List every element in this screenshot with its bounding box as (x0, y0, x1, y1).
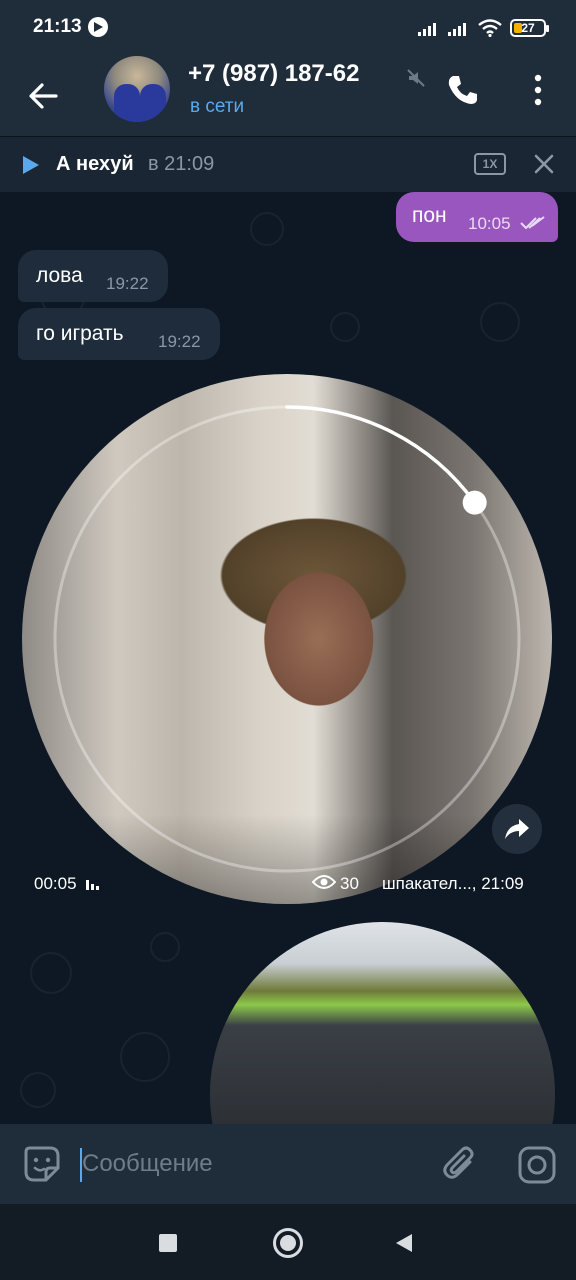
message-time: 19:22 (106, 274, 149, 293)
audio-level-icon (86, 880, 99, 890)
audio-time: в 21:09 (148, 153, 215, 175)
online-status: в сети (190, 96, 245, 117)
signal-icon (418, 23, 436, 36)
playback-speed-button[interactable]: 1X (474, 153, 506, 175)
message-time: 19:22 (158, 332, 201, 351)
signal-icon (448, 23, 466, 36)
close-icon[interactable] (532, 152, 556, 176)
status-time: 21:13 (33, 16, 82, 37)
message-incoming[interactable]: лова 19:22 (18, 250, 168, 302)
muted-icon (407, 69, 425, 87)
share-button[interactable] (492, 804, 542, 854)
nav-back-icon[interactable] (394, 1232, 414, 1254)
more-menu-button[interactable] (516, 68, 560, 112)
attach-button[interactable] (440, 1144, 482, 1186)
chat-title[interactable]: +7 (987) 187-62 (188, 60, 398, 88)
message-incoming[interactable]: го играть 19:22 (18, 308, 220, 360)
eye-icon (312, 875, 336, 889)
back-arrow-icon (29, 83, 58, 109)
battery-icon: 27 (510, 19, 549, 37)
play-circle-icon (88, 17, 108, 37)
view-count: 30 (340, 874, 359, 893)
emoji-button[interactable] (22, 1144, 62, 1184)
message-text: го играть (36, 322, 124, 345)
video-progress-ring (53, 405, 521, 873)
message-text: лова (36, 264, 83, 287)
sticker-icon (24, 1146, 60, 1182)
back-button[interactable] (22, 74, 66, 118)
status-bar: 21:13 27 (0, 0, 576, 56)
share-arrow-icon (505, 819, 529, 839)
video-duration: 00:05 (34, 874, 77, 893)
message-text: пон (412, 204, 447, 227)
chat-header: +7 (987) 187-62 в сети (0, 56, 576, 136)
wifi-icon (478, 19, 502, 37)
battery-level: 27 (521, 21, 535, 35)
message-time: 10:05 (468, 214, 511, 233)
home-button[interactable] (273, 1228, 303, 1258)
video-author-time: шпакател..., 21:09 (382, 874, 524, 893)
message-input[interactable] (82, 1144, 422, 1184)
play-icon[interactable] (22, 155, 40, 175)
status-icons: 27 (418, 17, 549, 39)
system-nav-bar (0, 1204, 576, 1280)
audio-title: А нехуй (56, 153, 134, 175)
audio-player-bar[interactable]: А нехуй в 21:09 1X (0, 136, 576, 192)
chat-messages[interactable]: пон 10:05 лова 19:22 го играть 19:22 00:… (0, 192, 576, 1124)
round-video-message[interactable] (210, 922, 555, 1124)
more-vert-icon (534, 74, 542, 106)
camera-icon (518, 1146, 556, 1184)
paperclip-icon (443, 1146, 474, 1179)
recents-button[interactable] (159, 1234, 177, 1252)
call-button[interactable] (440, 68, 484, 112)
camera-button[interactable] (516, 1144, 558, 1186)
double-check-icon (520, 216, 545, 230)
avatar[interactable] (104, 56, 170, 122)
phone-icon (448, 76, 477, 104)
message-composer (0, 1124, 576, 1204)
message-outgoing[interactable]: пон 10:05 (396, 192, 558, 242)
